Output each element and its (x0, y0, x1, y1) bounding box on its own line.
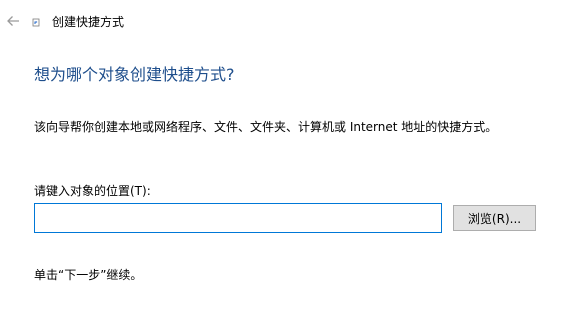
wizard-title: 创建快捷方式 (52, 15, 125, 29)
wizard-header: 创建快捷方式 (0, 0, 564, 44)
location-label: 请键入对象的位置(T): (34, 184, 151, 198)
location-input[interactable] (34, 203, 442, 233)
back-button[interactable] (4, 12, 22, 30)
continue-instruction: 单击“下一步”继续。 (34, 268, 143, 282)
browse-button[interactable]: 浏览(R)... (453, 205, 536, 231)
back-arrow-icon (7, 16, 19, 26)
wizard-description: 该向导帮你创建本地或网络程序、文件、文件夹、计算机或 Internet 地址的快… (34, 120, 498, 134)
page-heading: 想为哪个对象创建快捷方式? (34, 65, 235, 84)
shortcut-icon (32, 18, 40, 27)
